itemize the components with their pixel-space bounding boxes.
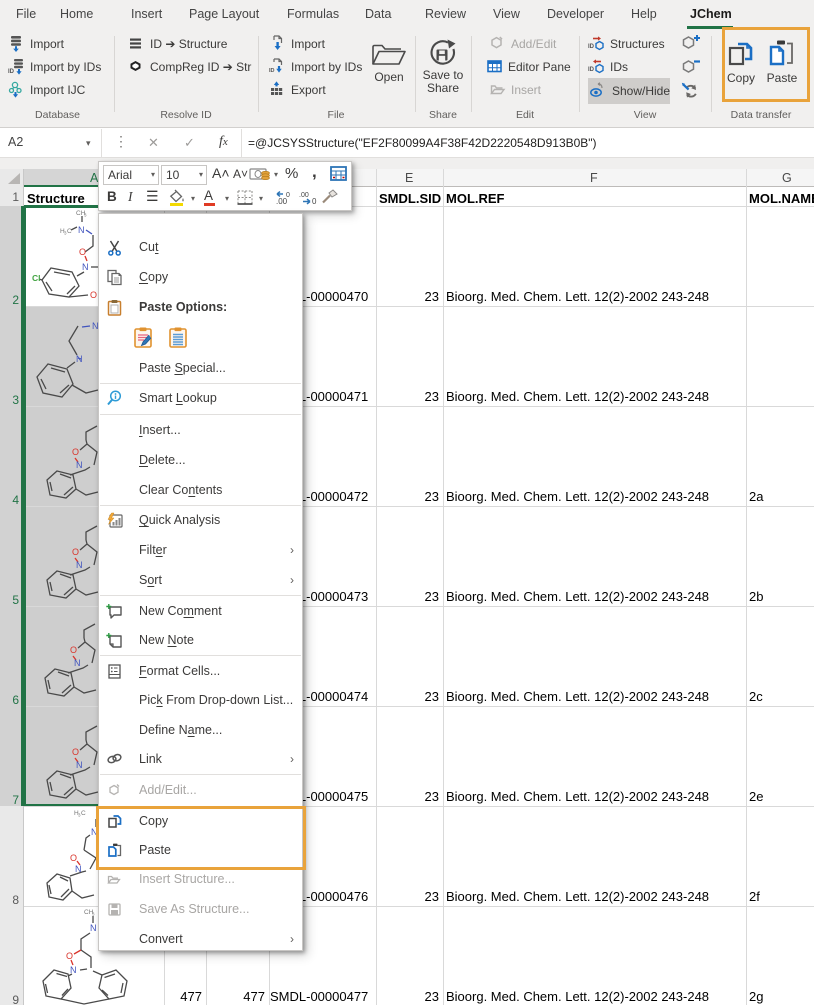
svg-text:O: O bbox=[90, 290, 97, 300]
svg-text:N: N bbox=[76, 460, 83, 470]
svg-text:O: O bbox=[72, 547, 79, 557]
svg-text:.00: .00 bbox=[299, 192, 309, 199]
svg-text:N: N bbox=[76, 560, 83, 570]
svg-text:N: N bbox=[76, 760, 83, 770]
svg-text:O: O bbox=[70, 853, 77, 863]
svg-text:N: N bbox=[70, 965, 77, 975]
svg-text:0: 0 bbox=[312, 197, 317, 205]
svg-text:O: O bbox=[72, 747, 79, 757]
svg-text:O: O bbox=[79, 247, 86, 257]
svg-text:C: C bbox=[81, 810, 86, 817]
svg-text:N: N bbox=[90, 923, 97, 933]
svg-text:N: N bbox=[82, 262, 89, 272]
svg-text:N: N bbox=[74, 658, 81, 668]
svg-text:ID: ID bbox=[588, 44, 595, 50]
svg-text:C: C bbox=[67, 228, 72, 235]
svg-text:ID: ID bbox=[8, 69, 15, 75]
svg-text:ID: ID bbox=[269, 68, 275, 74]
svg-text:N: N bbox=[75, 864, 82, 874]
svg-text:O: O bbox=[70, 645, 77, 655]
svg-text:0: 0 bbox=[286, 192, 290, 199]
svg-text:N: N bbox=[78, 225, 85, 235]
svg-text:3: 3 bbox=[92, 912, 95, 917]
svg-text:O: O bbox=[66, 951, 73, 961]
svg-text:Cl: Cl bbox=[32, 273, 41, 283]
svg-text:ID: ID bbox=[588, 67, 595, 73]
svg-text:O: O bbox=[72, 447, 79, 457]
svg-text:3: 3 bbox=[84, 213, 87, 218]
svg-text:N: N bbox=[76, 354, 83, 364]
